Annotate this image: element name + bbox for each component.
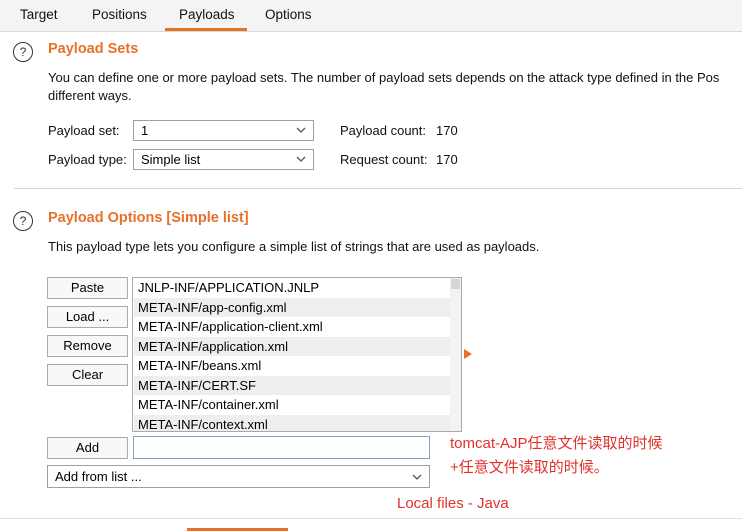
annotation-line2: +任意文件读取的时候。 xyxy=(450,459,609,476)
payload-options-description: This payload type lets you configure a s… xyxy=(48,239,540,254)
payload-set-label: Payload set: xyxy=(48,123,120,138)
add-button[interactable]: Add xyxy=(47,437,128,459)
remove-button[interactable]: Remove xyxy=(47,335,128,357)
bottom-divider xyxy=(0,518,742,519)
clear-button[interactable]: Clear xyxy=(47,364,128,386)
list-item[interactable]: JNLP-INF/APPLICATION.JNLP xyxy=(134,278,450,298)
payload-type-label: Payload type: xyxy=(48,152,127,167)
payload-type-select[interactable]: Simple list xyxy=(133,149,314,170)
help-icon[interactable]: ? xyxy=(13,211,33,231)
payload-set-value: 1 xyxy=(141,123,149,138)
list-item[interactable]: META-INF/application.xml xyxy=(134,336,450,356)
triangle-right-icon[interactable] xyxy=(464,349,472,359)
payload-count-label: Payload count: xyxy=(340,123,427,138)
load-button[interactable]: Load ... xyxy=(47,306,128,328)
request-count-label: Request count: xyxy=(340,152,428,167)
chevron-down-icon xyxy=(296,127,306,133)
payload-set-select[interactable]: 1 xyxy=(133,120,314,141)
help-icon[interactable]: ? xyxy=(13,42,33,62)
bottom-accent-bar xyxy=(187,528,288,531)
tab-positions[interactable]: Positions xyxy=(92,7,147,22)
chevron-down-icon xyxy=(412,474,422,480)
list-item[interactable]: META-INF/container.xml xyxy=(134,395,450,415)
add-item-input[interactable] xyxy=(133,436,430,459)
list-item[interactable]: META-INF/beans.xml xyxy=(134,356,450,376)
active-tab-indicator xyxy=(165,28,247,31)
list-item[interactable]: META-INF/CERT.SF xyxy=(134,375,450,395)
payload-options-title: Payload Options [Simple list] xyxy=(48,210,249,226)
list-item[interactable]: META-INF/application-client.xml xyxy=(134,317,450,337)
tab-options[interactable]: Options xyxy=(265,7,312,22)
request-count-value: 170 xyxy=(436,152,458,167)
payload-sets-description-line2: different ways. xyxy=(48,88,132,103)
annotation-line3: Local files - Java xyxy=(397,495,509,512)
payload-type-value: Simple list xyxy=(141,152,201,167)
list-item[interactable]: META-INF/context.xml xyxy=(134,414,450,431)
payload-sets-description-line1: You can define one or more payload sets.… xyxy=(48,70,720,85)
chevron-down-icon xyxy=(296,156,306,162)
tab-payloads[interactable]: Payloads xyxy=(179,7,235,22)
payload-sets-title: Payload Sets xyxy=(48,41,139,57)
list-item[interactable]: META-INF/app-config.xml xyxy=(134,297,450,317)
paste-button[interactable]: Paste xyxy=(47,277,128,299)
annotation-line1: tomcat-AJP任意文件读取的时候 xyxy=(450,435,663,452)
add-from-list-value: Add from list ... xyxy=(55,469,142,484)
list-scrollbar[interactable] xyxy=(450,278,461,431)
scrollbar-thumb[interactable] xyxy=(451,279,460,289)
section-divider xyxy=(14,188,742,189)
tab-target[interactable]: Target xyxy=(20,7,58,22)
tab-bar: Target Positions Payloads Options xyxy=(0,0,742,32)
payload-count-value: 170 xyxy=(436,123,458,138)
add-from-list-select[interactable]: Add from list ... xyxy=(47,465,430,488)
payload-list[interactable]: JNLP-INF/APPLICATION.JNLP META-INF/app-c… xyxy=(132,277,462,432)
